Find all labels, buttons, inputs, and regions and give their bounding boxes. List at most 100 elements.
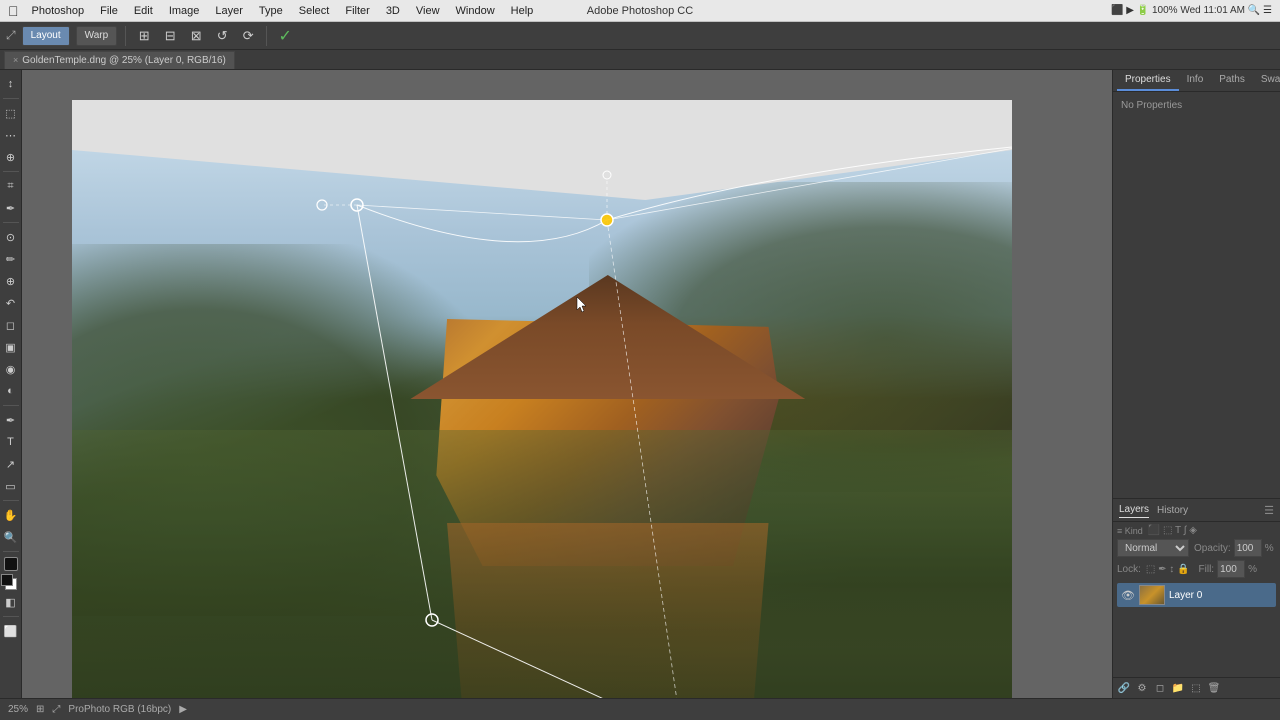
- fill-unit: %: [1248, 564, 1257, 575]
- options-bar: ⤢ Layout Warp ⊞ ⊟ ⊠ ↺ ⟳ ✓: [0, 22, 1280, 50]
- fill-input[interactable]: [1217, 560, 1245, 578]
- layers-controls: ≡ Kind ⬛ ⬚ T ∫ ◈ Normal Opacity: % Lock:…: [1113, 522, 1280, 581]
- layer-visibility-icon[interactable]: 👁: [1121, 589, 1135, 602]
- canvas-area[interactable]: [22, 70, 1112, 698]
- brush-tool[interactable]: ✏: [1, 249, 21, 269]
- tool-separator6: [3, 551, 19, 552]
- layers-panel: Layers History ☰ ≡ Kind ⬛ ⬚ T ∫ ◈ Normal…: [1113, 498, 1280, 698]
- tab-info[interactable]: Info: [1179, 70, 1212, 91]
- zoom-out-icon[interactable]: ⤢: [52, 704, 60, 715]
- flip-icon[interactable]: ⟳: [238, 26, 258, 46]
- path-select-tool[interactable]: ↗: [1, 454, 21, 474]
- new-group-icon[interactable]: 📁: [1171, 681, 1185, 695]
- kind-icons: ⬛ ⬚ T ∫ ◈: [1148, 525, 1197, 536]
- left-toolbar: ↕ ⬚ ⋯ ⊕ ⌗ ✒ ⊙ ✏ ⊕ ↶ ◻ ▣ ◉ ◐ ✒ T ↗ ▭ ✋ 🔍 …: [0, 70, 22, 698]
- layers-menu-icon[interactable]: ☰: [1264, 504, 1274, 517]
- apple-icon[interactable]: : [8, 3, 19, 19]
- quick-select-tool[interactable]: ⊕: [1, 147, 21, 167]
- history-tab[interactable]: History: [1157, 503, 1188, 518]
- text-tool[interactable]: T: [1, 432, 21, 452]
- menu-type[interactable]: Type: [252, 3, 290, 19]
- crop-tool[interactable]: ⌗: [1, 176, 21, 196]
- lock-label: Lock:: [1117, 564, 1141, 575]
- lasso-tool[interactable]: ⋯: [1, 125, 21, 145]
- layers-tab[interactable]: Layers: [1119, 502, 1149, 518]
- eyedropper-tool[interactable]: ✒: [1, 198, 21, 218]
- zoom-fit-icon[interactable]: ⊞: [36, 704, 44, 715]
- no-properties-label: No Properties: [1121, 100, 1182, 111]
- document-tab[interactable]: × GoldenTemple.dng @ 25% (Layer 0, RGB/1…: [4, 51, 235, 69]
- menubar-right: ⬛ ▶ 🔋 100% Wed 11:01 AM 🔍 ☰: [1111, 5, 1272, 16]
- layer-item[interactable]: 👁 Layer 0: [1117, 583, 1276, 607]
- clone-tool[interactable]: ⊕: [1, 271, 21, 291]
- layout-button[interactable]: Layout: [22, 26, 70, 46]
- commit-button[interactable]: ✓: [275, 26, 295, 46]
- reset-icon[interactable]: ↺: [212, 26, 232, 46]
- menu-filter[interactable]: Filter: [338, 3, 376, 19]
- properties-section: Properties Info Paths Swatches No Proper…: [1113, 70, 1280, 498]
- transform-icon: ⤢: [6, 28, 16, 43]
- divider1: [125, 26, 126, 46]
- add-mask-icon[interactable]: ◻: [1153, 681, 1167, 695]
- canvas-container: [72, 120, 1012, 698]
- menu-file[interactable]: File: [93, 3, 125, 19]
- status-bar: 25% ⊞ ⤢ ProPhoto RGB (16bpc) ▶: [0, 698, 1280, 720]
- properties-content: No Properties: [1113, 92, 1280, 498]
- move-tool[interactable]: ↕: [1, 74, 21, 94]
- play-button[interactable]: ▶: [179, 704, 187, 715]
- panel-tabs: Properties Info Paths Swatches: [1113, 70, 1280, 92]
- opacity-label: Opacity:: [1194, 543, 1231, 554]
- zoom-tool[interactable]: 🔍: [1, 527, 21, 547]
- menu-help[interactable]: Help: [504, 3, 541, 19]
- grid3-icon[interactable]: ⊠: [186, 26, 206, 46]
- foreground-color[interactable]: [4, 557, 18, 571]
- foreground-color-box[interactable]: [1, 574, 13, 586]
- menu-image[interactable]: Image: [162, 3, 207, 19]
- warp-button[interactable]: Warp: [76, 26, 118, 46]
- tab-swatches[interactable]: Swatches: [1253, 70, 1280, 91]
- shape-tool[interactable]: ▭: [1, 476, 21, 496]
- menu-edit[interactable]: Edit: [127, 3, 160, 19]
- gradient-tool[interactable]: ▣: [1, 337, 21, 357]
- main-layout: ↕ ⬚ ⋯ ⊕ ⌗ ✒ ⊙ ✏ ⊕ ↶ ◻ ▣ ◉ ◐ ✒ T ↗ ▭ ✋ 🔍 …: [0, 70, 1280, 698]
- pen-tool[interactable]: ✒: [1, 410, 21, 430]
- add-style-icon[interactable]: ⚙: [1135, 681, 1149, 695]
- opacity-input[interactable]: [1234, 539, 1262, 557]
- blend-mode-select[interactable]: Normal: [1117, 539, 1189, 557]
- layers-header: Layers History ☰: [1113, 499, 1280, 522]
- blur-tool[interactable]: ◉: [1, 359, 21, 379]
- quick-mask-tool[interactable]: ◧: [1, 592, 21, 612]
- layers-bottom-bar: 🔗 ⚙ ◻ 📁 ⬚ 🗑: [1113, 677, 1280, 698]
- delete-layer-icon[interactable]: 🗑: [1207, 681, 1221, 695]
- tool-separator2: [3, 171, 19, 172]
- hand-tool[interactable]: ✋: [1, 505, 21, 525]
- menu-select[interactable]: Select: [292, 3, 337, 19]
- grid-icon[interactable]: ⊞: [134, 26, 154, 46]
- tab-paths[interactable]: Paths: [1211, 70, 1253, 91]
- menu-3d[interactable]: 3D: [379, 3, 407, 19]
- spot-heal-tool[interactable]: ⊙: [1, 227, 21, 247]
- menu-window[interactable]: Window: [449, 3, 502, 19]
- color-profile-label: ProPhoto RGB (16bpc): [68, 704, 171, 715]
- tab-close-icon[interactable]: ×: [13, 55, 18, 65]
- menu-layer[interactable]: Layer: [208, 3, 250, 19]
- tab-properties[interactable]: Properties: [1117, 70, 1179, 91]
- grid2-icon[interactable]: ⊟: [160, 26, 180, 46]
- layer-name-label: Layer 0: [1169, 590, 1202, 601]
- selection-tool[interactable]: ⬚: [1, 103, 21, 123]
- history-brush-tool[interactable]: ↶: [1, 293, 21, 313]
- system-icons: ⬛ ▶ 🔋 100% Wed 11:01 AM 🔍 ☰: [1111, 5, 1272, 16]
- menu-photoshop[interactable]: Photoshop: [25, 3, 92, 19]
- temple-reflection: [429, 523, 786, 698]
- screen-mode-tool[interactable]: ⬜: [1, 621, 21, 641]
- new-layer-icon[interactable]: ⬚: [1189, 681, 1203, 695]
- link-layers-icon[interactable]: 🔗: [1117, 681, 1131, 695]
- kind-row: ≡ Kind ⬛ ⬚ T ∫ ◈: [1117, 525, 1276, 536]
- dodge-tool[interactable]: ◐: [1, 381, 21, 401]
- blend-row: Normal Opacity: %: [1117, 539, 1276, 557]
- kind-label: ≡ Kind: [1117, 526, 1143, 536]
- menu-view[interactable]: View: [409, 3, 447, 19]
- app-title: Adobe Photoshop CC: [587, 5, 693, 17]
- tab-filename: GoldenTemple.dng @ 25% (Layer 0, RGB/16): [22, 55, 226, 66]
- eraser-tool[interactable]: ◻: [1, 315, 21, 335]
